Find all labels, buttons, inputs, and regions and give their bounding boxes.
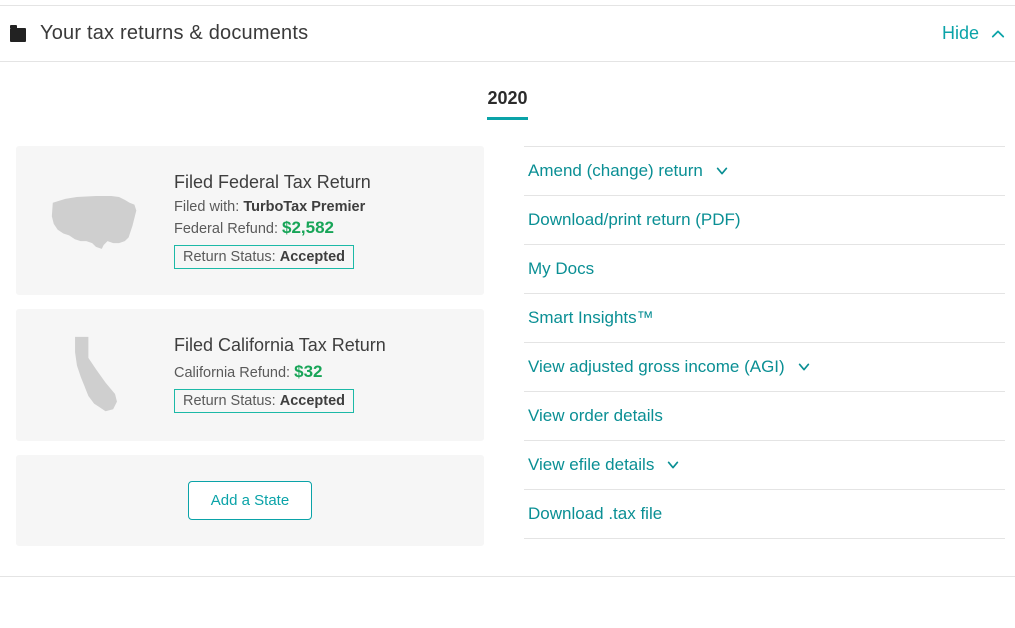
state-status-label: Return Status: bbox=[183, 393, 276, 409]
federal-refund-label: Federal Refund: bbox=[174, 221, 278, 237]
california-map-icon bbox=[66, 335, 126, 415]
federal-status-box: Return Status: Accepted bbox=[174, 245, 354, 269]
action-link-label: Amend (change) return bbox=[528, 161, 703, 181]
chevron-down-icon bbox=[666, 458, 680, 472]
state-status-box: Return Status: Accepted bbox=[174, 389, 354, 413]
action-link-4[interactable]: View adjusted gross income (AGI) bbox=[524, 343, 1005, 392]
section-header: Your tax returns & documents Hide bbox=[0, 6, 1015, 62]
action-link-1[interactable]: Download/print return (PDF) bbox=[524, 196, 1005, 245]
state-return-card: Filed California Tax Return California R… bbox=[16, 309, 484, 441]
federal-card-title: Filed Federal Tax Return bbox=[174, 172, 464, 193]
action-link-label: View efile details bbox=[528, 455, 654, 475]
action-link-list: Amend (change) return Download/print retu… bbox=[524, 146, 1005, 539]
action-link-2[interactable]: My Docs bbox=[524, 245, 1005, 294]
action-link-label: Smart Insights™ bbox=[528, 308, 654, 328]
action-link-label: View order details bbox=[528, 406, 663, 426]
federal-filed-with-line: Filed with: TurboTax Premier bbox=[174, 199, 464, 215]
federal-refund-line: Federal Refund: $2,582 bbox=[174, 218, 464, 238]
federal-filed-with-label: Filed with: bbox=[174, 199, 239, 215]
folder-search-icon bbox=[10, 28, 26, 42]
action-link-label: Download .tax file bbox=[528, 504, 662, 524]
state-refund-label: California Refund: bbox=[174, 365, 290, 381]
action-link-3[interactable]: Smart Insights™ bbox=[524, 294, 1005, 343]
chevron-up-icon bbox=[991, 27, 1005, 41]
action-link-7[interactable]: Download .tax file bbox=[524, 490, 1005, 539]
federal-status-label: Return Status: bbox=[183, 249, 276, 265]
chevron-down-icon bbox=[797, 360, 811, 374]
state-refund-value: $32 bbox=[294, 362, 322, 381]
section-title: Your tax returns & documents bbox=[40, 22, 308, 45]
federal-filed-with-value: TurboTax Premier bbox=[243, 199, 365, 215]
federal-status-value: Accepted bbox=[280, 249, 345, 265]
action-link-label: View adjusted gross income (AGI) bbox=[528, 357, 785, 377]
state-card-title: Filed California Tax Return bbox=[174, 335, 464, 356]
state-status-value: Accepted bbox=[280, 393, 345, 409]
action-link-5[interactable]: View order details bbox=[524, 392, 1005, 441]
federal-return-card: Filed Federal Tax Return Filed with: Tur… bbox=[16, 146, 484, 295]
action-link-label: Download/print return (PDF) bbox=[528, 210, 741, 230]
year-tabs: 2020 bbox=[0, 88, 1015, 120]
action-link-label: My Docs bbox=[528, 259, 594, 279]
add-state-card: Add a State bbox=[16, 455, 484, 546]
hide-toggle-label: Hide bbox=[942, 23, 979, 44]
federal-refund-value: $2,582 bbox=[282, 218, 334, 237]
usa-map-icon bbox=[48, 191, 144, 251]
action-link-6[interactable]: View efile details bbox=[524, 441, 1005, 490]
action-link-0[interactable]: Amend (change) return bbox=[524, 146, 1005, 196]
hide-toggle[interactable]: Hide bbox=[942, 23, 1005, 44]
year-tab-2020[interactable]: 2020 bbox=[487, 88, 527, 120]
chevron-down-icon bbox=[715, 164, 729, 178]
state-refund-line: California Refund: $32 bbox=[174, 362, 464, 382]
add-state-button[interactable]: Add a State bbox=[188, 481, 312, 520]
